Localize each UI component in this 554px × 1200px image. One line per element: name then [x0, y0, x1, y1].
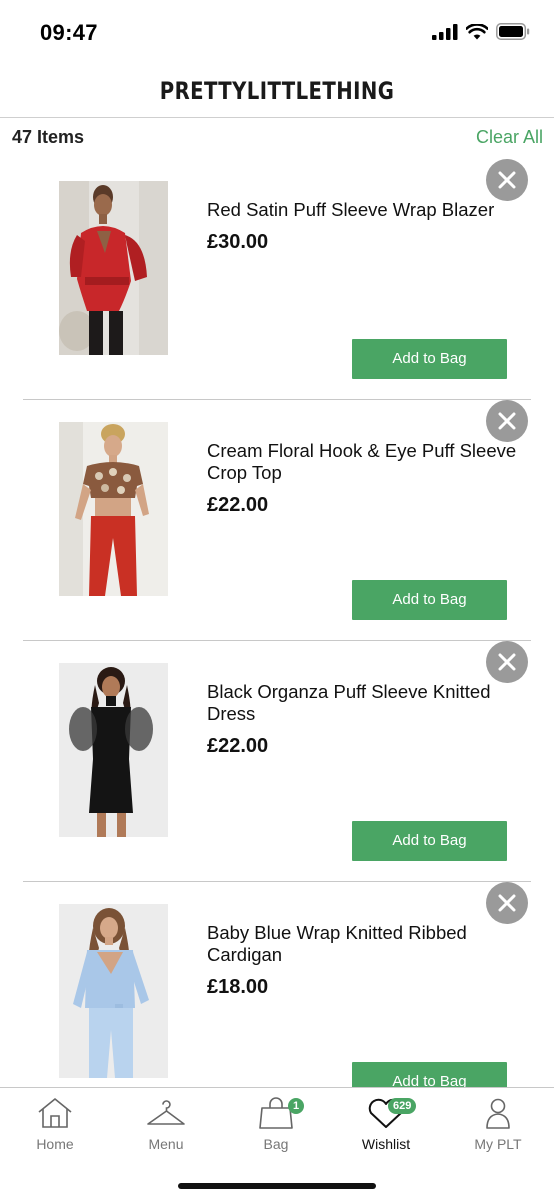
- add-to-bag-button[interactable]: Add to Bag: [352, 821, 507, 861]
- hanger-icon: [147, 1100, 185, 1125]
- product-card: Black Organza Puff Sleeve Knitted Dress …: [0, 641, 554, 882]
- product-name[interactable]: Black Organza Puff Sleeve Knitted Dress: [207, 681, 537, 725]
- app-header: PRETTYLITTLETHING: [0, 66, 554, 118]
- brand-logo[interactable]: PRETTYLITTLETHING: [160, 66, 395, 116]
- product-price: £22.00: [207, 494, 269, 516]
- wishlist-count-badge: 629: [388, 1098, 417, 1114]
- add-to-bag-button[interactable]: Add to Bag: [352, 580, 507, 620]
- product-name[interactable]: Baby Blue Wrap Knitted Ribbed Cardigan: [207, 922, 537, 966]
- remove-item-button[interactable]: [486, 159, 528, 201]
- tab-label: Home: [36, 1136, 74, 1152]
- bag-count-badge: 1: [288, 1098, 305, 1114]
- add-to-bag-button[interactable]: Add to Bag: [352, 339, 507, 379]
- remove-item-button[interactable]: [486, 641, 528, 683]
- product-price: £22.00: [207, 735, 269, 757]
- close-icon: [498, 894, 516, 912]
- product-card: Red Satin Puff Sleeve Wrap Blazer £30.00…: [0, 159, 554, 400]
- wishlist-products: Red Satin Puff Sleeve Wrap Blazer £30.00…: [0, 159, 554, 1087]
- tab-wishlist[interactable]: 629 Wishlist: [331, 1088, 441, 1158]
- close-icon: [498, 412, 516, 430]
- home-indicator: [178, 1183, 376, 1189]
- product-image[interactable]: [59, 904, 168, 1078]
- wifi-icon: [466, 23, 488, 39]
- tab-menu[interactable]: Menu: [111, 1088, 221, 1158]
- status-time: 09:47: [40, 20, 98, 45]
- clear-all-button[interactable]: Clear All: [476, 127, 543, 148]
- wishlist-header: 47 Items Clear All: [0, 119, 554, 159]
- tab-label: Wishlist: [361, 1136, 411, 1152]
- user-icon: [486, 1098, 510, 1129]
- close-icon: [498, 171, 516, 189]
- tab-bag[interactable]: 1 Bag: [221, 1088, 331, 1158]
- home-icon: [38, 1098, 72, 1128]
- signal-icon: [432, 23, 458, 40]
- add-to-bag-button[interactable]: Add to Bag: [352, 1062, 507, 1087]
- tab-label: Menu: [148, 1136, 184, 1152]
- battery-icon: [496, 23, 530, 40]
- product-card: Cream Floral Hook & Eye Puff Sleeve Crop…: [0, 400, 554, 641]
- tab-label: Bag: [263, 1136, 289, 1152]
- status-bar: 09:47: [0, 0, 554, 66]
- product-image[interactable]: [59, 181, 168, 355]
- product-image[interactable]: [59, 422, 168, 596]
- remove-item-button[interactable]: [486, 400, 528, 442]
- product-card: Baby Blue Wrap Knitted Ribbed Cardigan £…: [0, 882, 554, 1087]
- product-name[interactable]: Red Satin Puff Sleeve Wrap Blazer: [207, 199, 537, 221]
- tab-my-plt[interactable]: My PLT: [443, 1088, 553, 1158]
- remove-item-button[interactable]: [486, 882, 528, 924]
- tab-label: My PLT: [474, 1136, 522, 1152]
- product-price: £18.00: [207, 976, 269, 998]
- tab-home[interactable]: Home: [0, 1088, 110, 1158]
- close-icon: [498, 653, 516, 671]
- items-count: 47 Items: [12, 127, 85, 147]
- status-icons: [432, 23, 530, 40]
- product-image[interactable]: [59, 663, 168, 837]
- product-name[interactable]: Cream Floral Hook & Eye Puff Sleeve Crop…: [207, 440, 537, 484]
- product-price: £30.00: [207, 231, 269, 253]
